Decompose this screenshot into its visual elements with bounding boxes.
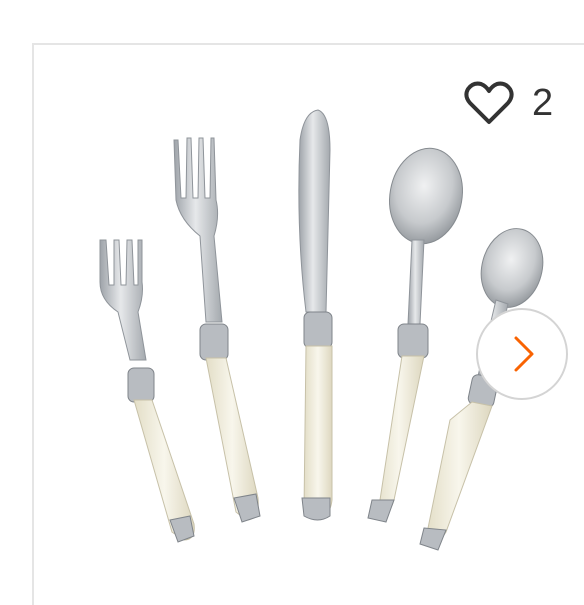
- dinner-fork: [173, 137, 261, 523]
- chevron-right-icon: [514, 336, 534, 372]
- favorite-count: 2: [532, 82, 554, 124]
- next-image-button[interactable]: [476, 308, 568, 400]
- heart-outline-icon[interactable]: [464, 80, 514, 126]
- dinner-knife: [298, 109, 333, 521]
- salad-fork: [99, 239, 195, 543]
- favorite-control: 2: [464, 80, 553, 126]
